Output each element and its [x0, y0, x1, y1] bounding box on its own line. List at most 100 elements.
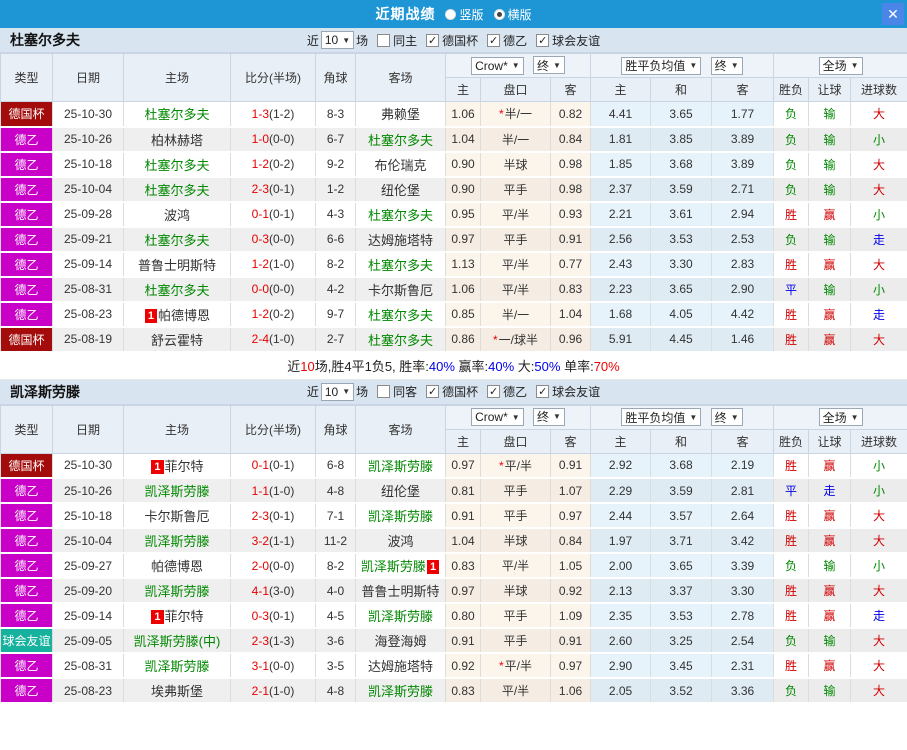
- corner-count: 9-2: [315, 151, 356, 178]
- dropdown-arrow-icon: ▼: [511, 412, 520, 422]
- match-date: 25-09-27: [52, 553, 124, 579]
- odds-away: 1.07: [550, 478, 591, 504]
- match-row: 德乙 25-09-20 凯泽斯劳滕 4-1(3-0) 4-0 普鲁士明斯特 0.97 半球 0.…: [0, 578, 907, 604]
- odds-home: 0.85: [445, 301, 481, 328]
- odds-home: 1.13: [445, 251, 481, 278]
- horizontal-layout-radio[interactable]: [493, 8, 505, 20]
- result-goals: 大: [850, 503, 907, 529]
- summary-text: 10: [300, 358, 315, 374]
- result-goals: 大: [850, 678, 907, 704]
- scope-select[interactable]: 全场 ▼: [818, 56, 863, 75]
- close-button[interactable]: ✕: [882, 3, 904, 25]
- odds-away: 1.04: [550, 301, 591, 328]
- mean-draw: 3.25: [650, 628, 712, 654]
- league-checkbox[interactable]: ✓: [487, 33, 501, 47]
- same-venue-checkbox[interactable]: [377, 33, 391, 47]
- handicap: 平手: [480, 176, 551, 203]
- away-team: 凯泽斯劳滕: [355, 678, 446, 704]
- col-header-home: 主场: [123, 53, 231, 102]
- col-header-score: 比分(半场): [230, 53, 316, 102]
- summary-text: 单率:: [560, 358, 594, 374]
- result-handicap: 赢: [808, 578, 852, 604]
- match-count-select[interactable]: 10 ▼: [320, 382, 355, 401]
- friendly-checkbox[interactable]: ✓: [536, 385, 550, 398]
- corner-count: 11-2: [315, 528, 356, 554]
- match-count-select[interactable]: 10 ▼: [320, 31, 355, 49]
- cup-label[interactable]: 德国杯: [442, 383, 478, 400]
- result-goals: 小: [850, 478, 907, 504]
- odds-home: 0.91: [445, 503, 481, 529]
- result-goals: 走: [850, 301, 907, 328]
- match-date: 25-08-23: [52, 301, 124, 328]
- match-date: 25-10-18: [52, 503, 124, 529]
- result-goals: 小: [850, 126, 907, 153]
- mean-time-select[interactable]: 终 ▼: [710, 56, 743, 75]
- match-row: 德乙 25-09-14 普鲁士明斯特 1-2(1-0) 8-2 杜塞尔多夫 1.13 平/半 0…: [0, 251, 907, 278]
- match-date: 25-09-20: [52, 578, 124, 604]
- league-label[interactable]: 德乙: [503, 32, 527, 49]
- corner-count: 9-7: [315, 301, 356, 328]
- competition-badge: 德乙: [0, 578, 53, 604]
- competition-badge: 球会友谊: [0, 628, 53, 654]
- result-handicap: 走: [808, 478, 852, 504]
- odds-time-select[interactable]: 终 ▼: [533, 407, 565, 426]
- odds-away: 0.91: [550, 628, 591, 654]
- summary-text: 40%: [428, 358, 455, 374]
- corner-count: 8-2: [315, 251, 356, 278]
- match-date: 25-10-30: [52, 453, 124, 479]
- odds-home: 1.06: [445, 276, 481, 303]
- competition-badge: 德乙: [0, 503, 53, 529]
- mean-home: 2.92: [590, 453, 651, 479]
- league-checkbox[interactable]: ✓: [487, 385, 501, 398]
- star-icon: *: [498, 107, 504, 122]
- cup-label[interactable]: 德国杯: [442, 32, 478, 49]
- mean-away: 3.89: [710, 126, 775, 153]
- odds-source-select[interactable]: Crow* ▼: [471, 408, 524, 427]
- mean-home: 2.90: [590, 653, 651, 679]
- mean-draw: 3.59: [650, 176, 712, 203]
- col-header-home: 主场: [123, 404, 231, 454]
- same-venue-label[interactable]: 同主: [393, 32, 417, 49]
- home-team: 埃弗斯堡: [123, 678, 231, 704]
- match-count-value: 10: [324, 384, 339, 399]
- summary-row: 近10场,胜4平1负5, 胜率:40% 赢率:40% 大:50% 单率:70%: [0, 352, 907, 380]
- result-winloss: 胜: [773, 453, 810, 479]
- vertical-layout-radio[interactable]: [445, 8, 457, 20]
- mean-away: 2.54: [710, 628, 775, 654]
- match-date: 25-10-18: [52, 151, 124, 178]
- col-header-result-goals: 进球数: [850, 77, 907, 102]
- scope-group-header: 全场 ▼: [773, 404, 907, 430]
- home-team: 帕德博恩: [123, 553, 231, 579]
- friendly-label[interactable]: 球会友谊: [552, 383, 600, 400]
- match-row: 德乙 25-10-18 卡尔斯鲁厄 2-3(0-1) 7-1 凯泽斯劳滕 0.91 平手 0.9…: [0, 503, 907, 529]
- handicap: 半球: [480, 578, 551, 604]
- home-team: 凯泽斯劳滕: [123, 528, 231, 554]
- match-row: 德乙 25-10-04 杜塞尔多夫 2-3(0-1) 1-2 纽伦堡 0.90 平手 0.98 2…: [0, 176, 907, 203]
- same-venue-label[interactable]: 同客: [393, 383, 417, 400]
- scope-select[interactable]: 全场 ▼: [818, 408, 863, 426]
- match-row: 德乙 25-10-26 柏林赫塔 1-0(0-0) 6-7 杜塞尔多夫 1.04 半/一 0.8…: [0, 126, 907, 153]
- odds-source-select[interactable]: Crow* ▼: [471, 56, 524, 75]
- result-winloss: 负: [773, 176, 810, 203]
- mean-select[interactable]: 胜平负均值 ▼: [621, 56, 702, 75]
- cup-checkbox[interactable]: ✓: [426, 385, 440, 398]
- mean-draw: 3.85: [650, 126, 712, 153]
- mean-time-select[interactable]: 终 ▼: [710, 408, 743, 426]
- score: 0-0(0-0): [230, 276, 316, 303]
- home-team: 凯泽斯劳滕: [123, 578, 231, 604]
- friendly-checkbox[interactable]: ✓: [536, 33, 550, 47]
- handicap: 平/半: [480, 553, 551, 579]
- home-team: 杜塞尔多夫: [123, 276, 231, 303]
- summary-text: 场,胜4平1负5, 胜率:: [314, 358, 429, 374]
- mean-select[interactable]: 胜平负均值 ▼: [621, 408, 702, 426]
- dropdown-arrow-icon: ▼: [342, 387, 351, 396]
- vertical-layout-label[interactable]: 竖版: [459, 6, 483, 23]
- horizontal-layout-label[interactable]: 横版: [508, 6, 532, 23]
- odds-time-select[interactable]: 终 ▼: [533, 56, 565, 75]
- odds-away: 0.91: [550, 226, 591, 253]
- same-venue-checkbox[interactable]: [377, 385, 391, 398]
- league-label[interactable]: 德乙: [503, 383, 527, 400]
- friendly-label[interactable]: 球会友谊: [552, 32, 600, 49]
- cup-checkbox[interactable]: ✓: [426, 33, 440, 47]
- col-header-result-hcp: 让球: [808, 428, 852, 454]
